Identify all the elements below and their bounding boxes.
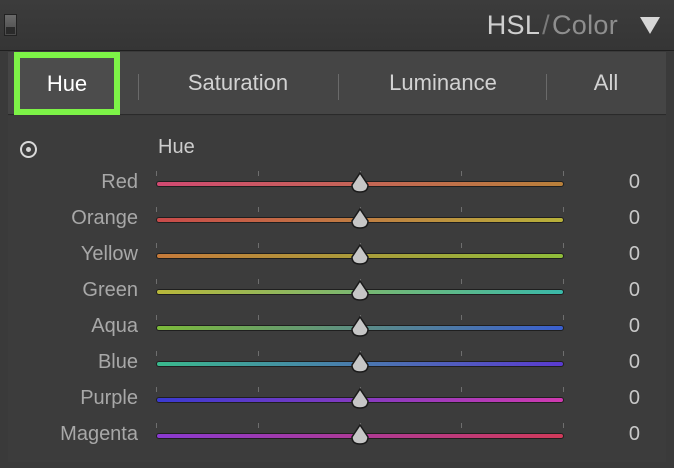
panel-title[interactable]: HSL/Color — [487, 10, 618, 41]
tab-all[interactable]: All — [568, 52, 644, 114]
section-label: Hue — [158, 136, 195, 158]
slider-tick — [563, 423, 564, 428]
slider-value[interactable]: 0 — [629, 315, 640, 338]
slider-tick — [257, 279, 259, 284]
slider-label: Orange — [71, 207, 138, 229]
target-adjustment-icon[interactable] — [20, 141, 37, 158]
slider-tick — [563, 315, 564, 320]
slider-tick — [461, 315, 463, 320]
slider-label: Blue — [97, 351, 138, 373]
slider-tick — [563, 279, 564, 284]
tab-bar: Hue Saturation Luminance All — [8, 52, 666, 115]
collapse-triangle-icon[interactable] — [640, 17, 660, 34]
slider-row-orange: Orange 0 — [8, 202, 666, 238]
title-color[interactable]: Color — [552, 10, 618, 40]
tab-luminance[interactable]: Luminance — [358, 52, 528, 114]
tab-divider — [546, 74, 547, 100]
slider-label: Aqua — [91, 315, 138, 337]
slider-tick — [461, 207, 463, 212]
slider-tick — [257, 423, 259, 428]
slider-tick — [563, 351, 564, 356]
slider-tick — [156, 351, 157, 356]
slider-tick — [156, 279, 157, 284]
slider-value[interactable]: 0 — [629, 351, 640, 374]
panel-header[interactable]: HSL/Color — [0, 0, 674, 51]
slider-thumb-icon[interactable] — [349, 388, 371, 410]
slider-thumb-icon[interactable] — [349, 352, 371, 374]
solo-toggle-icon[interactable] — [4, 14, 17, 36]
slider-tick — [257, 351, 259, 356]
slider-tick — [461, 423, 463, 428]
slider-row-aqua: Aqua 0 — [8, 310, 666, 346]
slider-row-red: Red 0 — [8, 166, 666, 202]
slider-value[interactable]: 0 — [629, 387, 640, 410]
slider-label: Yellow — [80, 243, 138, 265]
slider-tick — [156, 423, 157, 428]
slider-tick — [257, 315, 259, 320]
slider-row-magenta: Magenta 0 — [8, 418, 666, 454]
slider-thumb-icon[interactable] — [349, 244, 371, 266]
slider-thumb-icon[interactable] — [349, 316, 371, 338]
slider-thumb-icon[interactable] — [349, 280, 371, 302]
slider-tick — [257, 171, 259, 176]
slider-value[interactable]: 0 — [629, 423, 640, 446]
slider-tick — [156, 387, 157, 392]
slider-tick — [461, 351, 463, 356]
slider-row-purple: Purple 0 — [8, 382, 666, 418]
slider-value[interactable]: 0 — [629, 243, 640, 266]
slider-row-blue: Blue 0 — [8, 346, 666, 382]
slider-row-yellow: Yellow 0 — [8, 238, 666, 274]
slider-tick — [461, 387, 463, 392]
slider-label: Purple — [80, 387, 138, 409]
slider-area: Hue Red 0 Orange 0 Yellow 0 Green 0 Aqua 0 Blue 0 Pu… — [8, 116, 666, 462]
tab-hue[interactable]: Hue — [14, 52, 120, 115]
slider-thumb-icon[interactable] — [349, 208, 371, 230]
slider-thumb-icon[interactable] — [349, 172, 371, 194]
slider-tick — [156, 243, 157, 248]
slider-tick — [461, 243, 463, 248]
slider-row-green: Green 0 — [8, 274, 666, 310]
hsl-color-panel: HSL/Color Hue Saturation Luminance All H… — [0, 0, 674, 468]
slider-label: Red — [101, 171, 138, 193]
slider-tick — [461, 171, 463, 176]
slider-thumb-icon[interactable] — [349, 424, 371, 446]
slider-value[interactable]: 0 — [629, 171, 640, 194]
slider-tick — [461, 279, 463, 284]
slider-tick — [257, 207, 259, 212]
slider-tick — [563, 171, 564, 176]
slider-tick — [563, 243, 564, 248]
slider-tick — [156, 207, 157, 212]
slider-value[interactable]: 0 — [629, 279, 640, 302]
tab-saturation[interactable]: Saturation — [158, 52, 318, 114]
title-hsl[interactable]: HSL — [487, 10, 540, 40]
slider-value[interactable]: 0 — [629, 207, 640, 230]
slider-tick — [156, 315, 157, 320]
slider-tick — [563, 207, 564, 212]
slider-tick — [257, 243, 259, 248]
slider-tick — [257, 387, 259, 392]
slider-label: Green — [82, 279, 138, 301]
slider-label: Magenta — [60, 423, 138, 445]
slider-tick — [156, 171, 157, 176]
title-separator: / — [542, 10, 550, 40]
slider-tick — [563, 387, 564, 392]
tab-divider — [138, 74, 139, 100]
tab-divider — [338, 74, 339, 100]
